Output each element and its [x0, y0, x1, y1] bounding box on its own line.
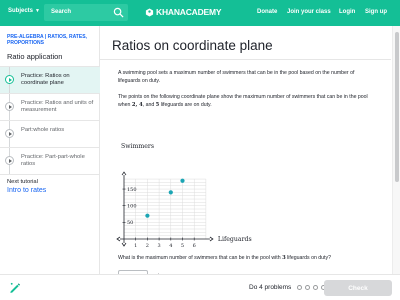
chevron-down-icon: ▼ — [35, 8, 40, 14]
progress-dot — [313, 285, 318, 290]
x-axis-label: Lifeguards — [218, 236, 252, 243]
top-navigation-bar: Subjects ▼ Search KHANACADEMY Donate Joi… — [0, 0, 400, 26]
data-point — [145, 213, 150, 218]
khan-academy-logo[interactable]: KHANACADEMY — [145, 7, 222, 17]
x-axis-arrow — [209, 236, 214, 242]
problem-intro: A swimming pool sets a maximum number of… — [118, 70, 355, 84]
sidebar-item-part-part-whole[interactable]: Practice: Part-part-whole ratios — [0, 148, 100, 175]
scratchpad-pencil-icon[interactable] — [8, 281, 21, 294]
signup-link[interactable]: Sign up — [365, 9, 387, 15]
progress-dots — [297, 285, 326, 290]
sidebar-item-label: Practice: Ratios and units of measuremen… — [21, 100, 94, 113]
check-button[interactable]: Check — [324, 280, 392, 296]
x-tick-label: 1 — [134, 243, 137, 249]
question-text: What is the maximum number of swimmers t… — [118, 255, 378, 261]
progress-text: Do 4 problems — [249, 284, 292, 291]
progress-dot — [297, 285, 302, 290]
donate-link[interactable]: Donate — [257, 9, 277, 15]
x-tick-label: 3 — [158, 243, 161, 249]
search-icon[interactable] — [113, 7, 124, 18]
progress-dot — [305, 285, 310, 290]
y-tick-label: 50 — [127, 220, 133, 226]
sidebar-item-ratios-units[interactable]: Practice: Ratios and units of measuremen… — [0, 94, 100, 121]
problem-detail: The points on the following coordinate p… — [118, 94, 378, 109]
x-tick-label: 6 — [193, 243, 196, 249]
next-tutorial-label: Next tutorial — [7, 179, 38, 185]
lesson-list: Practice: Ratios on coordinate plane Pra… — [0, 66, 100, 175]
unit-title: Ratio application — [7, 52, 63, 61]
data-point — [168, 190, 173, 195]
x-tick-label: 2 — [146, 243, 149, 249]
sidebar-item-label: Part:whole ratios — [21, 127, 65, 133]
question-text-b: lifeguards on duty? — [285, 255, 331, 261]
leaf-logo-icon — [145, 7, 154, 17]
scroll-thumb[interactable] — [395, 32, 399, 182]
join-class-link[interactable]: Join your class — [287, 9, 331, 15]
breadcrumb[interactable]: PRE-ALGEBRA | RATIOS, RATES, PROPORTIONS — [7, 34, 97, 46]
practice-icon — [5, 102, 14, 111]
scrollbar[interactable] — [392, 26, 400, 274]
subjects-label: Subjects — [8, 8, 34, 14]
coordinate-plane-chart: 1 2 3 4 5 6 50 100 150 Swimmers Lifeguards — [116, 143, 252, 249]
problem-detail-and: , and — [142, 101, 156, 108]
sidebar-item-label: Practice: Part-part-whole ratios — [21, 154, 85, 167]
sidebar: PRE-ALGEBRA | RATIOS, RATES, PROPORTIONS… — [0, 26, 100, 300]
practice-icon — [5, 75, 14, 84]
y-axis-arrow-bottom — [121, 242, 127, 247]
next-tutorial-link[interactable]: Intro to rates — [7, 187, 46, 194]
x-tick-label: 5 — [181, 243, 184, 249]
lifeguard-values-a: 2, 4 — [131, 101, 143, 108]
x-axis-arrow-left — [116, 236, 121, 242]
y-axis-label: Swimmers — [121, 143, 154, 150]
y-tick-label: 100 — [127, 204, 137, 210]
y-axis-arrow — [121, 171, 127, 176]
problem-detail-end: lifeguards are on duty. — [159, 101, 212, 108]
y-tick-label: 150 — [127, 187, 137, 193]
search-placeholder: Search — [51, 9, 72, 15]
sidebar-item-label: Practice: Ratios on coordinate plane — [21, 73, 70, 86]
question-text-a: What is the maximum number of swimmers t… — [118, 255, 283, 261]
subjects-menu[interactable]: Subjects ▼ — [8, 8, 40, 14]
brand-name: KHANACADEMY — [156, 7, 222, 17]
exercise-footer: Do 4 problems Check — [0, 274, 400, 300]
search-field[interactable]: Search — [44, 4, 128, 21]
play-icon — [5, 129, 14, 138]
sidebar-item-ratios-coordinate-plane[interactable]: Practice: Ratios on coordinate plane — [0, 67, 100, 94]
title-divider — [100, 59, 391, 60]
sidebar-item-part-whole-ratios[interactable]: Part:whole ratios — [0, 121, 100, 148]
login-link[interactable]: Login — [339, 9, 355, 15]
page-title: Ratios on coordinate plane — [112, 38, 273, 53]
x-tick-label: 4 — [169, 243, 172, 249]
practice-icon — [5, 156, 14, 165]
data-point — [180, 178, 185, 183]
